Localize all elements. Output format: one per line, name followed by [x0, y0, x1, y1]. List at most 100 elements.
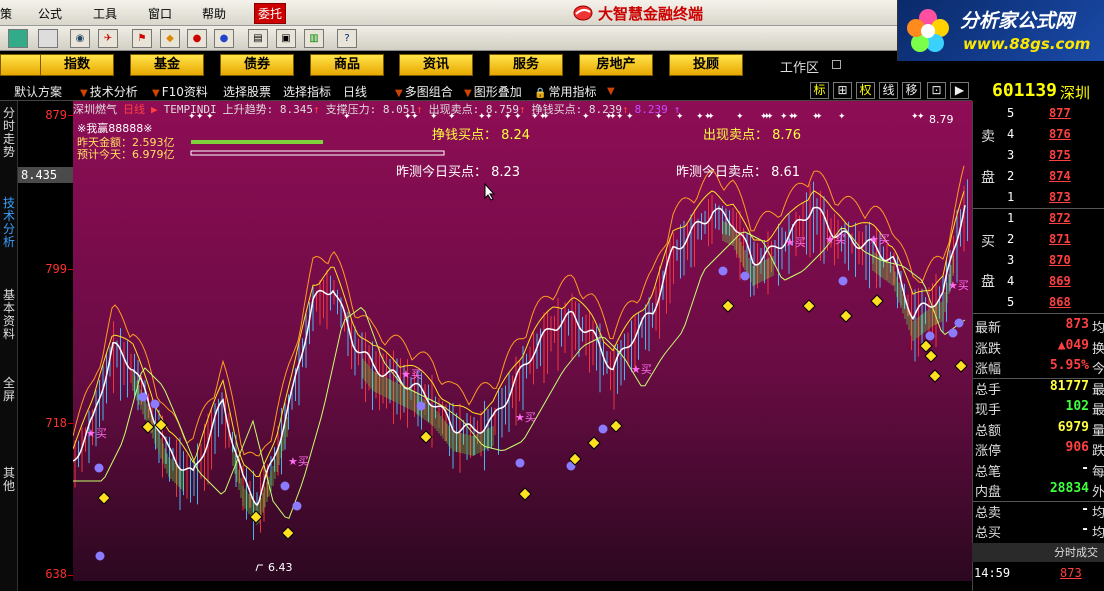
menu-item-strategy[interactable]: 策 — [0, 5, 12, 22]
predict-sell-label: 昨测今日卖点： 8.61 — [676, 165, 801, 180]
top-star-marker: ✦ — [707, 112, 715, 122]
stat-value: - — [1081, 522, 1089, 537]
stat-tail: 均 — [1091, 321, 1104, 336]
category-index[interactable]: 指数 — [40, 54, 114, 76]
ask-index: 5 — [1007, 106, 1015, 120]
stat-value: 906 — [1065, 440, 1089, 455]
top-star-marker: ✦ — [815, 112, 823, 122]
stat-value: 5.95% — [1049, 358, 1089, 373]
sell-point-label: 出现卖点： 8.76 — [703, 128, 802, 143]
stat-row: 总手 81777 最 — [973, 379, 1104, 400]
stat-tail: 最 — [1091, 403, 1104, 418]
workarea-toggle-icon[interactable] — [832, 60, 841, 69]
stat-value: 873 — [1065, 317, 1089, 332]
y-label-3: 718 — [45, 416, 67, 430]
line-button[interactable]: 线 — [879, 82, 898, 99]
signal-circle — [94, 463, 104, 473]
stat-row: 涨停 906 跌 — [973, 440, 1104, 461]
stat-label: 最新 — [975, 321, 1002, 336]
field-value-sell: 8.759 — [485, 103, 519, 116]
tab-fullscreen[interactable]: 全屏 — [1, 377, 17, 403]
ind-overlay[interactable]: ▼ 图形叠加 — [464, 83, 522, 100]
rights-button[interactable]: 权 — [856, 82, 875, 99]
bid-row-1[interactable]: 1 872 — [973, 211, 1104, 232]
stat-tail: 均 — [1091, 526, 1104, 541]
ind-select-indicator[interactable]: 选择指标 — [283, 83, 331, 100]
ind-common[interactable]: 🔒 常用指标 — [534, 83, 596, 100]
disc-icon[interactable]: ● — [214, 29, 234, 48]
category-bar: 指数 基金 债券 商品 资讯 服务 房地产 投顾 — [0, 51, 897, 79]
category-bond[interactable]: 债券 — [220, 54, 294, 76]
ask-price: 874 — [1049, 169, 1071, 183]
field-label-trend: 上升趋势 — [222, 103, 267, 116]
stat-label: 总卖 — [975, 505, 1002, 521]
menu-item-help[interactable]: 帮助 — [202, 5, 226, 22]
y-label-2: 799 — [45, 262, 67, 276]
ind-f10[interactable]: ▼ F10资料 — [152, 83, 208, 100]
menu-item-formula[interactable]: 公式 — [38, 5, 62, 22]
signal-circle — [740, 271, 750, 281]
kline-chart[interactable]: ✦ ✦ ✦ ✦ ✦ ✦ ✦ ✦ ✦ ✦ ✦ ✦ ✦ ✦✦ ✦ ✦✦ ✦ ✦ ✦ ✦ ✦ ✦✦ ✦ ✦✦✦ ✦ ✦✦ ✦✦ ✦ ✦✦★买★… — [73, 101, 972, 581]
top-star-marker: ✦ — [838, 112, 846, 122]
category-fund[interactable]: 基金 — [130, 54, 204, 76]
move-button[interactable]: 移 — [902, 82, 921, 99]
ask-index: 1 — [1007, 190, 1015, 204]
tab-technical[interactable]: 技术分析 — [1, 197, 17, 249]
ind-multi-chart[interactable]: ▼ 多图组合 — [395, 83, 453, 100]
category-service[interactable]: 服务 — [489, 54, 563, 76]
ind-tech-analysis[interactable]: ▼ 技术分析 — [80, 83, 138, 100]
kline-tool-icon[interactable] — [8, 29, 28, 48]
ind-period[interactable]: 日线 — [343, 83, 367, 100]
window-button[interactable]: ⊡ — [927, 82, 946, 99]
ask-row-4[interactable]: 4 876 — [973, 127, 1104, 148]
ind-common-dropdown[interactable]: ▼ — [607, 83, 617, 97]
stat-label: 总手 — [975, 382, 1002, 398]
ind-default-scheme[interactable]: 默认方案 — [14, 83, 62, 100]
buy-tag: ★买 — [288, 455, 309, 468]
stock-code: 601139 — [992, 80, 1058, 101]
menu-item-tools[interactable]: 工具 — [93, 5, 117, 22]
menu-item-window[interactable]: 窗口 — [148, 5, 172, 22]
mark-button[interactable]: 标 — [810, 82, 829, 99]
field-label-buy: 挣钱买点 — [531, 103, 576, 116]
ask-row-3[interactable]: 3 875 — [973, 148, 1104, 169]
category-news[interactable]: 资讯 — [399, 54, 473, 76]
next-button[interactable]: ▶ — [950, 82, 969, 99]
ind-select-stock[interactable]: 选择股票 — [223, 83, 271, 100]
diamond-icon[interactable]: ◆ — [160, 29, 180, 48]
tab-other[interactable]: 其他 — [1, 467, 17, 493]
bid-row-2[interactable]: 2 871 — [973, 232, 1104, 253]
help-cursor-icon[interactable]: ? — [337, 29, 357, 48]
tab-intraday[interactable]: 分时走势 — [1, 107, 17, 159]
ask-row-5[interactable]: 5 877 — [973, 106, 1104, 127]
alarm-icon[interactable]: ✈ — [98, 29, 118, 48]
tick-trades-tab[interactable]: 分时成交 — [972, 543, 1104, 562]
tab-fundamental[interactable]: 基本资料 — [1, 289, 17, 341]
window-icon[interactable]: ▣ — [276, 29, 296, 48]
binoculars-icon[interactable]: ◉ — [70, 29, 90, 48]
menu-item-trade[interactable]: 委托 — [254, 3, 287, 24]
flag-icon[interactable]: ⚑ — [132, 29, 152, 48]
books-icon[interactable]: ▥ — [304, 29, 324, 48]
workarea-label[interactable]: 工作区 — [780, 57, 819, 76]
up-arrow-icon: ↑ — [415, 103, 423, 116]
ask-row-2[interactable]: 2 874 — [973, 169, 1104, 190]
bid-row-4[interactable]: 4 869 — [973, 274, 1104, 295]
print-icon[interactable]: ▤ — [248, 29, 268, 48]
bid-row-3[interactable]: 3 870 — [973, 253, 1104, 274]
category-realestate[interactable]: 房地产 — [579, 54, 653, 76]
crosshair-button[interactable]: ⊞ — [833, 82, 852, 99]
y-label-top: 879 — [45, 108, 67, 122]
dropdown-arrow-icon: ▼ — [395, 88, 403, 99]
yesterday-amount-bar — [191, 140, 323, 144]
category-advisor[interactable]: 投顾 — [669, 54, 743, 76]
stat-row: 总买 - 均 — [973, 522, 1104, 543]
signal-circle — [95, 551, 105, 561]
lock-icon: 🔒 — [534, 88, 547, 99]
pill-icon[interactable]: ● — [187, 29, 207, 48]
stat-row: 涨跌 ▲049 换 — [973, 338, 1104, 359]
ind-overlay-label: 图形叠加 — [473, 85, 522, 99]
category-commodity[interactable]: 商品 — [310, 54, 384, 76]
grid-tool-icon[interactable] — [38, 29, 58, 48]
indicator-flag-icon: ▶ — [151, 103, 158, 116]
